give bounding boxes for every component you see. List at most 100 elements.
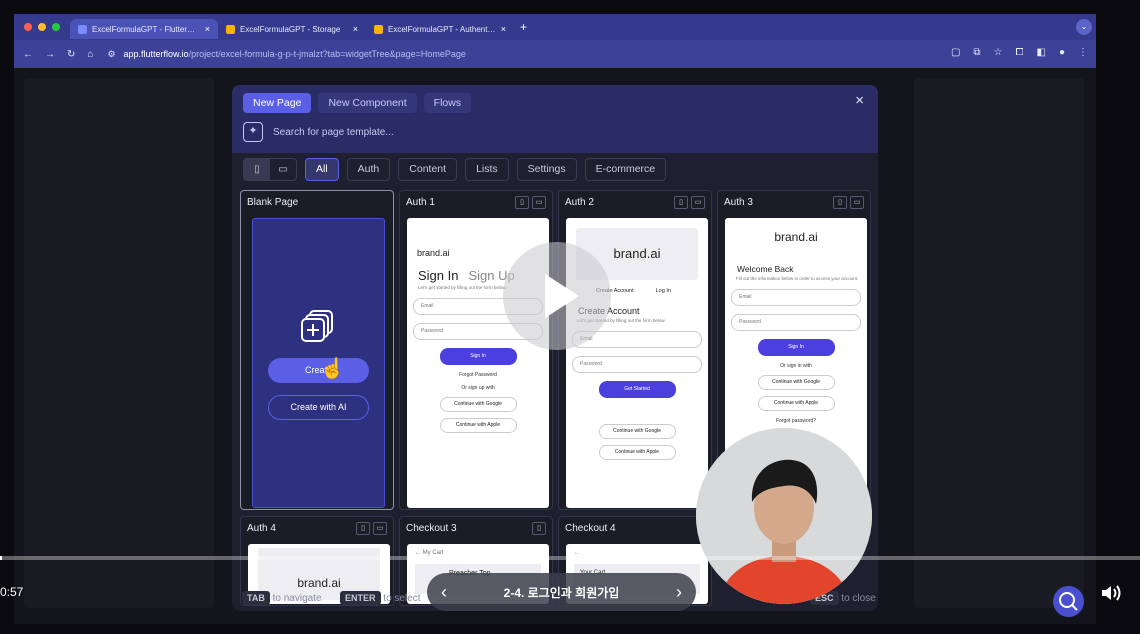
browser-tab-flutterflow[interactable]: ExcelFormulaGPT - FlutterFlow ×	[70, 19, 218, 39]
desktop-icon[interactable]: ▭	[373, 522, 387, 535]
template-card-blank-page[interactable]: Blank Page Create Create with AI ☝	[240, 190, 394, 510]
chapter-navigator: ‹ 2-4. 로그인과 회원가입 ›	[427, 573, 696, 611]
blank-page-preview: Create Create with AI ☝	[252, 218, 385, 508]
url-field[interactable]: ⚙ app.flutterflow.io/project/excel-formu…	[107, 49, 465, 60]
zoom-button[interactable]	[1053, 586, 1084, 617]
speaker-icon	[1102, 585, 1121, 601]
template-search[interactable]: ✦ Search for page template...	[243, 122, 394, 142]
card-device-icons: ▯ ▭	[674, 196, 705, 209]
preview-email-field: Email	[731, 289, 861, 306]
filter-content[interactable]: Content	[398, 158, 458, 181]
search-input[interactable]: Search for page template...	[273, 127, 394, 138]
mobile-icon[interactable]: ▯	[833, 196, 847, 209]
mobile-icon[interactable]: ▯	[674, 196, 688, 209]
back-arrow-icon[interactable]: ←	[23, 49, 33, 60]
tab-flows[interactable]: Flows	[423, 93, 472, 113]
mobile-device-icon[interactable]: ▯	[244, 159, 270, 180]
reading-list-icon[interactable]: ▢	[951, 47, 960, 58]
dialog-tabs: New Page New Component Flows	[243, 93, 472, 113]
preview-tab-login: Log In	[655, 288, 671, 294]
tab-new-page[interactable]: New Page	[243, 93, 312, 113]
browser-tab-storage[interactable]: ExcelFormulaGPT - Storage ×	[218, 19, 366, 39]
filter-all[interactable]: All	[305, 158, 339, 181]
tab-new-component[interactable]: New Component	[318, 93, 417, 113]
nav-buttons: ← → ↻ ⌂	[23, 49, 93, 60]
extensions-icon[interactable]: ⧠	[1016, 47, 1024, 58]
bookmark-star-icon[interactable]: ☆	[994, 47, 1003, 58]
progress-bar[interactable]	[0, 556, 1140, 560]
maximize-window-dot[interactable]	[52, 23, 60, 31]
card-title: Auth 3	[724, 197, 753, 208]
magic-search-icon: ✦	[243, 122, 263, 142]
preview-heading: Welcome Back	[737, 264, 794, 274]
tab-bar: ExcelFormulaGPT - FlutterFlow × ExcelFor…	[14, 14, 1096, 40]
video-player[interactable]: ExcelFormulaGPT - FlutterFlow × ExcelFor…	[0, 0, 1140, 634]
dialog-close-icon[interactable]: ×	[855, 92, 864, 109]
preview-password-field: Password	[572, 356, 702, 373]
presenter-webcam	[696, 428, 872, 604]
enter-hint: ENTER to select	[340, 591, 421, 605]
filter-lists[interactable]: Lists	[465, 158, 509, 181]
card-device-icons: ▯ ▭	[515, 196, 546, 209]
magnifier-icon	[1059, 592, 1078, 611]
close-window-dot[interactable]	[24, 23, 32, 31]
card-device-icons: ▯ ▭	[356, 522, 387, 535]
cast-icon[interactable]: ⧉	[973, 47, 980, 58]
menu-dots-icon[interactable]: ⋮	[1078, 47, 1088, 58]
tab-close-icon[interactable]: ×	[353, 24, 358, 34]
desktop-icon[interactable]: ▭	[691, 196, 705, 209]
play-icon	[545, 274, 579, 318]
filter-ecommerce[interactable]: E-commerce	[584, 158, 667, 181]
desktop-icon[interactable]: ▭	[850, 196, 864, 209]
preview-brand: brand.ai	[774, 230, 818, 244]
tab-key: TAB	[242, 591, 270, 605]
preview-apple-button: Continue with Apple	[598, 445, 676, 460]
previous-chapter-icon[interactable]: ‹	[441, 582, 447, 603]
reload-icon[interactable]: ↻	[67, 49, 75, 60]
browser-tab-authentication[interactable]: ExcelFormulaGPT - Authentication ×	[366, 19, 514, 39]
current-time: 0:57	[0, 585, 24, 599]
tab-hint-text: to navigate	[272, 593, 322, 604]
template-card-auth-1[interactable]: Auth 1 ▯ ▭ brand.ai Sign In Sign Up Let's …	[399, 190, 553, 510]
preview-subtitle: Fill out the information below in order …	[736, 276, 859, 281]
minimize-window-dot[interactable]	[38, 23, 46, 31]
next-chapter-icon[interactable]: ›	[676, 582, 682, 603]
template-card-auth-2[interactable]: Auth 2 ▯ ▭ brand.ai Create Account Log In …	[558, 190, 712, 510]
card-title: Auth 1	[406, 197, 435, 208]
tab-close-icon[interactable]: ×	[205, 24, 210, 34]
add-pages-icon	[301, 310, 333, 342]
mobile-icon[interactable]: ▯	[515, 196, 529, 209]
mobile-icon[interactable]: ▯	[356, 522, 370, 535]
preview-apple-button: Continue with Apple	[439, 418, 517, 433]
preview-apple-button: Continue with Apple	[757, 396, 835, 411]
card-title: Checkout 4	[565, 523, 616, 534]
desktop-device-icon[interactable]: ▭	[270, 159, 296, 180]
url-path: /project/excel-formula-g-p-t-jmalzt?tab=…	[188, 49, 466, 59]
tab-search-chevron-icon[interactable]: ⌄	[1076, 19, 1092, 35]
forward-arrow-icon[interactable]: →	[45, 49, 55, 60]
profile-avatar-icon[interactable]: ●	[1059, 47, 1065, 58]
filter-auth[interactable]: Auth	[346, 158, 391, 181]
presenter-video-image	[696, 428, 872, 604]
side-panel-icon[interactable]: ◧	[1037, 47, 1046, 58]
mobile-icon[interactable]: ▯	[532, 522, 546, 535]
window-controls	[24, 23, 60, 31]
esc-hint-text: to close	[841, 593, 876, 604]
filter-settings[interactable]: Settings	[516, 158, 577, 181]
site-settings-icon[interactable]: ⚙	[107, 49, 115, 60]
app-sidebar-ghost	[24, 78, 214, 608]
play-button[interactable]	[503, 242, 611, 350]
create-button[interactable]: Create	[268, 358, 369, 383]
home-icon[interactable]: ⌂	[87, 49, 93, 60]
preview-password-field: Password	[731, 314, 861, 331]
tab-label: ExcelFormulaGPT - Storage	[240, 24, 341, 34]
volume-icon[interactable]	[1100, 583, 1124, 608]
preview-forgot-link: Forgot password?	[775, 418, 817, 424]
device-toggle: ▯ ▭	[243, 158, 297, 181]
create-with-ai-button[interactable]: Create with AI	[268, 395, 369, 420]
new-tab-button[interactable]: +	[520, 20, 527, 34]
desktop-icon[interactable]: ▭	[532, 196, 546, 209]
preview-forgot-link: Forgot Password	[459, 372, 497, 378]
tab-close-icon[interactable]: ×	[501, 24, 506, 34]
firebase-favicon-icon	[226, 24, 235, 34]
